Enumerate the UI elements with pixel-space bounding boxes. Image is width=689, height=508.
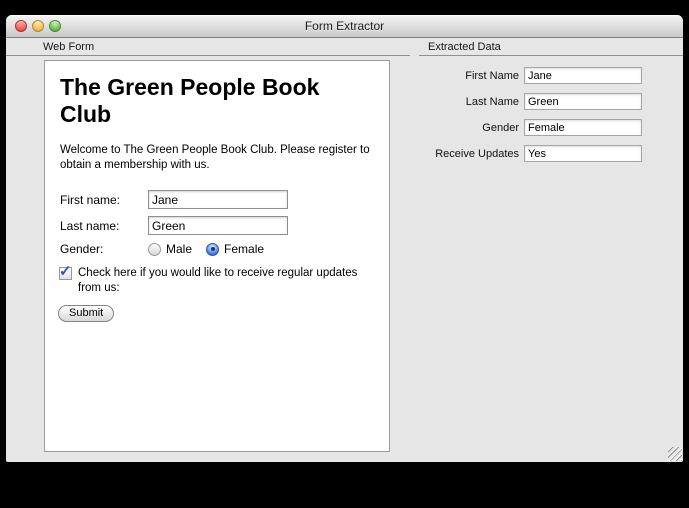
extracted-gender-field[interactable] xyxy=(524,119,642,136)
window-titlebar[interactable]: Form Extractor xyxy=(6,15,683,38)
gender-label: Gender: xyxy=(60,242,148,256)
zoom-button-icon[interactable] xyxy=(49,20,61,32)
submit-button[interactable]: Submit xyxy=(58,305,114,322)
first-name-input[interactable] xyxy=(148,190,288,209)
extracted-last-name-field[interactable] xyxy=(524,93,642,110)
extracted-last-name-label: Last Name xyxy=(419,96,519,108)
male-radio[interactable] xyxy=(148,243,161,256)
window-title: Form Extractor xyxy=(6,15,683,37)
app-window: Form Extractor Web Form The Green People… xyxy=(6,15,683,462)
updates-checkbox-label: Check here if you would like to receive … xyxy=(78,266,377,296)
male-radio-label: Male xyxy=(166,242,192,256)
extracted-receive-updates-label: Receive Updates xyxy=(419,148,519,160)
split-view: Web Form The Green People Book Club Welc… xyxy=(6,39,683,462)
extracted-first-name-label: First Name xyxy=(419,70,519,82)
extracted-receive-updates-field[interactable] xyxy=(524,145,642,162)
page-title: The Green People Book Club xyxy=(60,74,365,128)
first-name-row: First name: xyxy=(60,190,389,209)
extracted-row-gender: Gender xyxy=(419,119,683,136)
extracted-row-last-name: Last Name xyxy=(419,93,683,110)
extracted-gender-label: Gender xyxy=(419,122,519,134)
extracted-data-pane-header: Extracted Data xyxy=(419,39,683,56)
extracted-row-first-name: First Name xyxy=(419,67,683,84)
intro-text: Welcome to The Green People Book Club. P… xyxy=(60,143,381,173)
updates-checkbox[interactable] xyxy=(59,267,72,280)
last-name-row: Last name: xyxy=(60,216,389,235)
web-form-pane: Web Form The Green People Book Club Welc… xyxy=(6,39,410,462)
resize-grip-icon[interactable] xyxy=(668,447,682,461)
window-controls xyxy=(15,20,61,32)
web-form-pane-header: Web Form xyxy=(6,39,410,56)
split-divider[interactable] xyxy=(410,39,419,462)
extracted-data-rows: First Name Last Name Gender Receive Upda… xyxy=(419,56,683,162)
extracted-data-pane: Extracted Data First Name Last Name Gend… xyxy=(419,39,683,462)
extracted-first-name-field[interactable] xyxy=(524,67,642,84)
updates-row: Check here if you would like to receive … xyxy=(59,266,377,296)
first-name-label: First name: xyxy=(60,193,148,207)
close-button-icon[interactable] xyxy=(15,20,27,32)
web-form-view: The Green People Book Club Welcome to Th… xyxy=(44,60,390,452)
last-name-input[interactable] xyxy=(148,216,288,235)
female-radio[interactable] xyxy=(206,243,219,256)
last-name-label: Last name: xyxy=(60,219,148,233)
minimize-button-icon[interactable] xyxy=(32,20,44,32)
gender-row: Gender: Male Female xyxy=(60,242,389,256)
extracted-row-receive-updates: Receive Updates xyxy=(419,145,683,162)
female-radio-label: Female xyxy=(224,242,264,256)
